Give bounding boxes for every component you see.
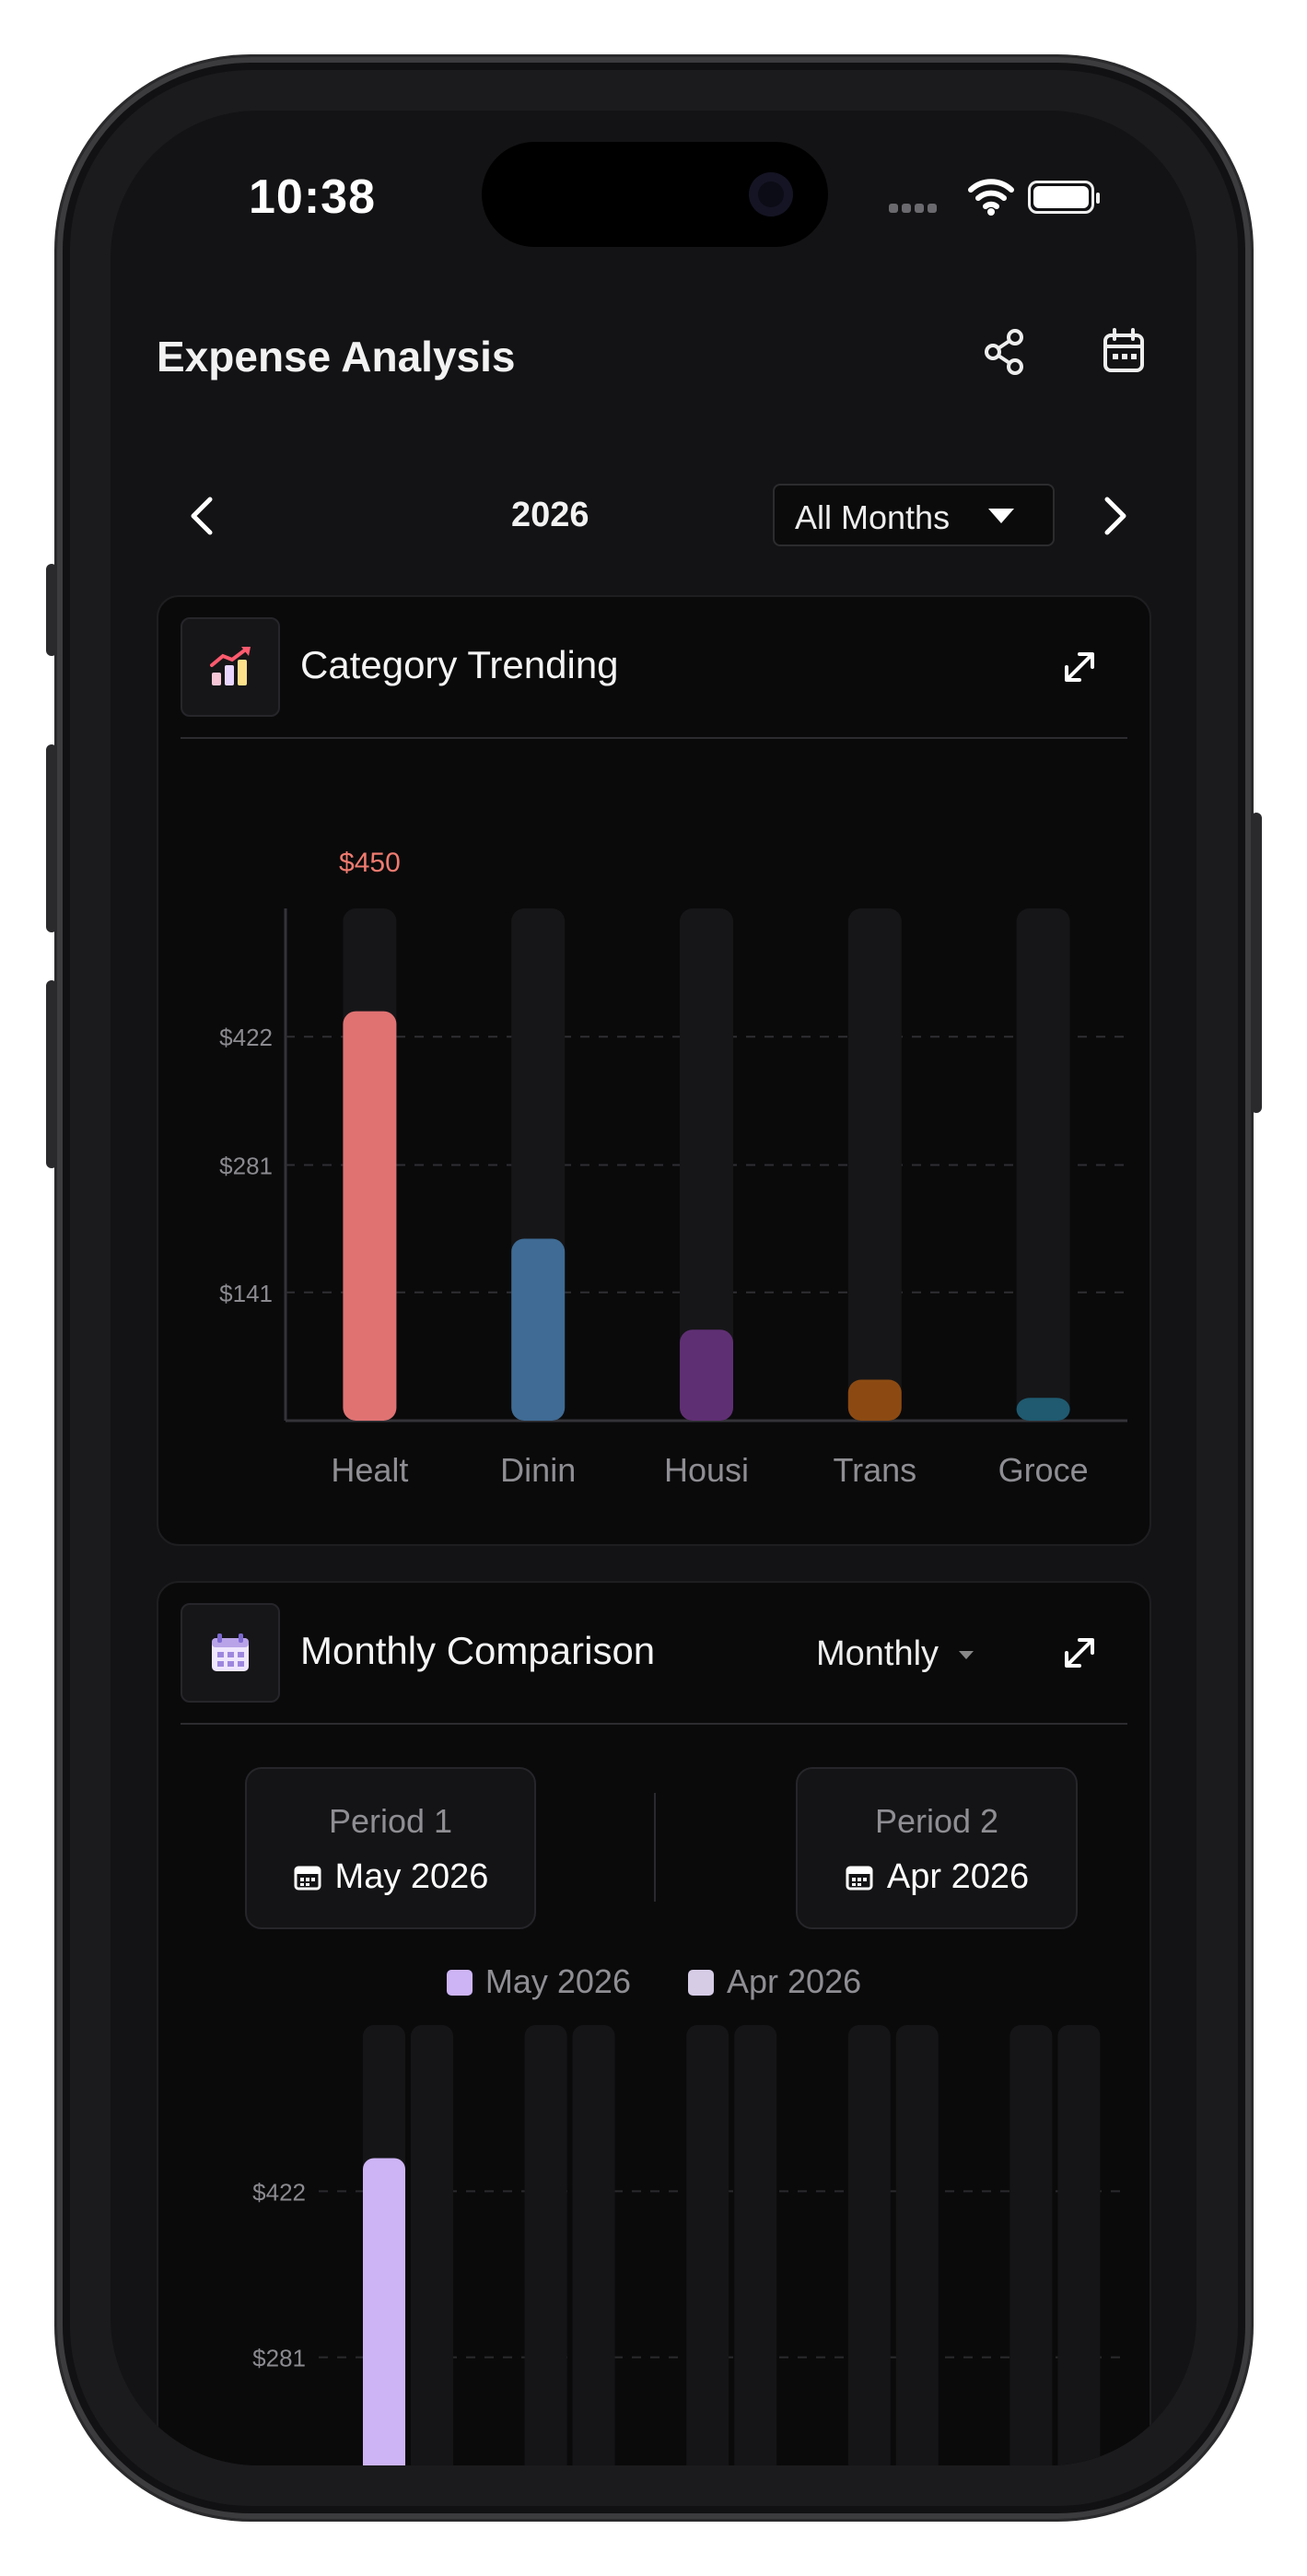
card-divider [181,1723,1127,1725]
battery-icon [1028,181,1100,214]
x-tick-label: Groce [998,1451,1089,1489]
period-label: Period 2 [874,1802,999,1840]
bar [680,1329,733,1421]
volume-down-button [46,980,57,1168]
expand-icon[interactable] [1057,1631,1102,1675]
bar-track [411,2025,453,2465]
bar-track [1016,908,1070,1421]
legend-item-may: May 2026 [446,1962,631,2001]
period-value-row: Apr 2026 [798,1857,1076,1897]
card-divider [181,737,1127,739]
caret-down-icon [959,1651,974,1659]
period-value-row: May 2026 [247,1857,534,1897]
bar-track [524,2025,567,2465]
period-value: May 2026 [334,1857,489,1896]
y-tick-label: $141 [219,1280,273,1307]
cellular-signal-icon [889,201,940,217]
view-mode-dropdown[interactable]: Monthly [816,1634,974,1674]
card-icon-box [181,617,280,717]
share-icon[interactable] [976,324,1032,380]
status-time: 10:38 [249,170,376,224]
month-filter-value: All Months [795,498,951,536]
monthly-comparison-card: Monthly Comparison Monthly Period 1 May … [157,1581,1151,2465]
bar [847,1379,902,1421]
wifi-icon [968,179,1014,216]
volume-up-button [46,744,57,932]
month-filter-dropdown[interactable]: All Months [773,484,1055,546]
monthly-comparison-chart: $141$281$422 [252,2025,1127,2465]
selected-year: 2026 [511,496,589,534]
legend-swatch [446,1970,473,1996]
bar-track [895,2025,939,2465]
bar-track [847,2025,891,2465]
legend-label: May 2026 [484,1962,631,2000]
bar-track [686,2025,729,2465]
period-value: Apr 2026 [886,1857,1030,1896]
y-tick-label: $422 [219,1024,273,1051]
calendar-grid-icon [212,1633,249,1671]
bar-track [847,908,902,1421]
next-year-icon[interactable] [1087,488,1142,544]
calendar-icon[interactable] [1096,324,1151,380]
calendar-icon [846,1866,873,1891]
bar-track [1009,2025,1053,2465]
period-separator [654,1793,656,1902]
y-tick-label: $281 [252,2345,306,2372]
card-title: Category Trending [300,643,619,686]
period-2-selector[interactable]: Period 2 Apr 2026 [796,1767,1078,1929]
chart-legend: May 2026 Apr 2026 [158,1962,1149,2001]
calendar-icon [294,1866,321,1891]
bar-track [1057,2025,1101,2465]
legend-swatch [688,1970,714,1996]
card-icon-box [181,1603,280,1703]
legend-item-apr: Apr 2026 [688,1962,861,2001]
caret-down-icon [988,509,1014,523]
category-trending-chart: $141 $281 $422 Healt $450 Dinin Housi Trans Groc… [219,848,1127,1489]
period-1-selector[interactable]: Period 1 May 2026 [245,1767,536,1929]
x-tick-label: Healt [331,1451,408,1489]
camera-icon [749,172,793,217]
action-button [46,564,57,656]
legend-label: Apr 2026 [727,1962,862,2000]
bar [511,1238,566,1421]
screen: 10:38 Expense Analysis 2026 All Months C… [111,111,1196,2465]
expand-icon[interactable] [1057,645,1102,689]
category-trending-card: Category Trending $141 $281 $422 Healt $450 D… [157,595,1151,1546]
bar [1016,1398,1070,1421]
bar [363,2158,405,2465]
bar-value-label: $450 [339,848,401,878]
period-label: Period 1 [328,1802,453,1840]
x-tick-label: Housi [664,1451,749,1489]
card-title: Monthly Comparison [300,1629,656,1672]
page-title: Expense Analysis [157,333,516,381]
previous-year-icon[interactable] [175,488,230,544]
dynamic-island [482,142,828,247]
bar-track [734,2025,777,2465]
y-tick-label: $422 [252,2178,306,2206]
y-tick-label: $281 [219,1152,273,1179]
chart-up-icon [210,647,251,685]
power-button [1251,813,1262,1113]
x-tick-label: Dinin [500,1451,576,1489]
view-mode-value: Monthly [816,1634,939,1673]
x-tick-label: Trans [833,1451,916,1489]
bar [343,1011,397,1421]
bar-track [572,2025,615,2465]
